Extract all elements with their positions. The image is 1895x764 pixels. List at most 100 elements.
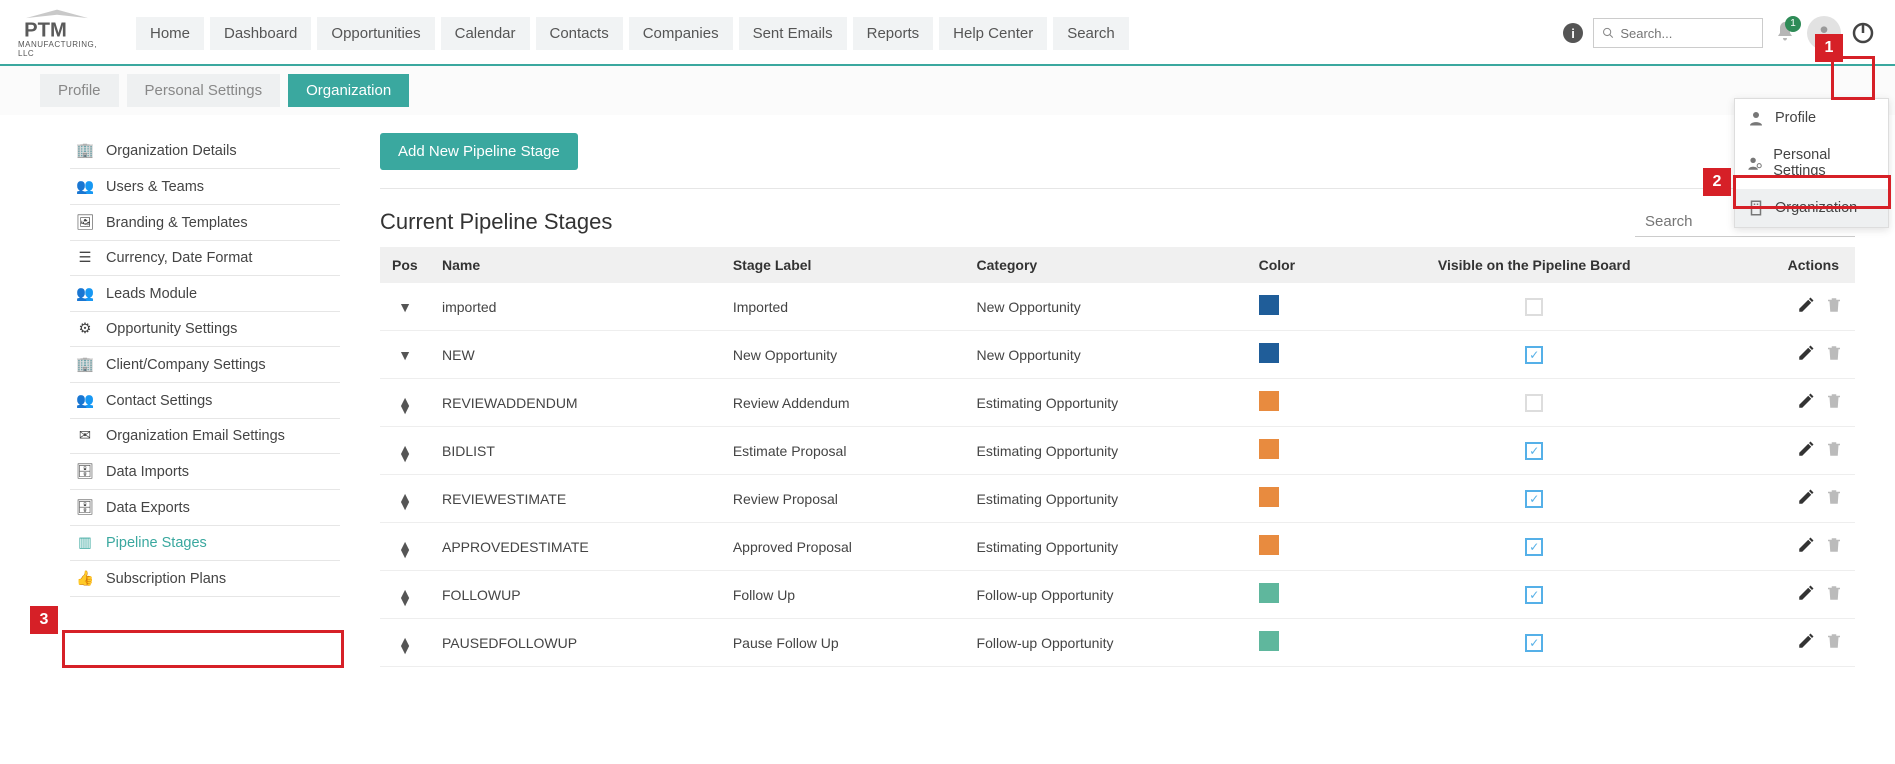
delete-icon[interactable] [1825,584,1843,602]
stage-label: Follow Up [721,571,965,619]
info-icon[interactable]: i [1563,23,1583,43]
nav-sent-emails[interactable]: Sent Emails [739,17,847,50]
color-swatch [1259,391,1279,411]
stage-name: BIDLIST [430,427,721,475]
edit-icon[interactable] [1797,344,1815,362]
sidebar-item-org-email[interactable]: ✉Organization Email Settings [70,419,340,454]
mail-icon: ✉ [76,428,94,444]
sidebar-item-opportunity[interactable]: ⚙ Opportunity Settings [70,312,340,347]
color-swatch [1259,439,1279,459]
sidebar-item-subscription[interactable]: 👍Subscription Plans [70,561,340,597]
power-icon[interactable] [1851,21,1875,45]
nav-opportunities[interactable]: Opportunities [317,17,434,50]
reorder-handle[interactable]: ▲▼ [398,493,412,509]
users-cog-icon: 👥 [76,392,94,409]
reorder-handle[interactable]: ▲▼ [398,637,412,653]
nav-search[interactable]: Search [1053,17,1129,50]
visible-checkbox[interactable]: ✓ [1525,634,1543,652]
stage-category: New Opportunity [965,283,1247,331]
table-row: ▼NEWNew OpportunityNew Opportunity✓ [380,331,1855,379]
delete-icon[interactable] [1825,344,1843,362]
visible-checkbox[interactable]: ✓ [1525,346,1543,364]
divider [380,188,1855,189]
global-search[interactable] [1593,18,1763,48]
sidebar-item-label: Branding & Templates [106,215,248,231]
col-actions: Actions [1719,247,1855,283]
sidebar-item-org-details[interactable]: 🏢Organization Details [70,133,340,169]
delete-icon[interactable] [1825,632,1843,650]
sidebar-item-leads[interactable]: 👥Leads Module [70,276,340,312]
stage-label: Review Proposal [721,475,965,523]
visible-checkbox[interactable]: ✓ [1525,442,1543,460]
visible-checkbox[interactable]: ✓ [1525,490,1543,508]
image-icon: 🖼 [76,214,94,231]
edit-icon[interactable] [1797,296,1815,314]
user-gear-icon: ⚙ [76,321,94,337]
table-row: ▲▼BIDLISTEstimate ProposalEstimating Opp… [380,427,1855,475]
nav-contacts[interactable]: Contacts [536,17,623,50]
callout-1-box [1831,56,1875,100]
columns-icon: ▥ [76,535,94,551]
sidebar-item-currency[interactable]: ☰Currency, Date Format [70,241,340,276]
reorder-handle[interactable]: ▼ [398,303,412,311]
svg-text:PTM: PTM [24,20,67,40]
stage-name: PAUSEDFOLLOWUP [430,619,721,667]
sidebar-item-client-company[interactable]: 🏢Client/Company Settings [70,347,340,383]
sidebar-item-users-teams[interactable]: 👥Users & Teams [70,169,340,205]
nav-dashboard[interactable]: Dashboard [210,17,311,50]
top-bar: PTM MANUFACTURING, LLC Home Dashboard Op… [0,0,1895,66]
user-menu-label: Profile [1775,110,1816,126]
edit-icon[interactable] [1797,440,1815,458]
visible-checkbox[interactable]: ✓ [1525,538,1543,556]
visible-checkbox[interactable]: ✓ [1525,586,1543,604]
reorder-handle[interactable]: ▲▼ [398,541,412,557]
nav-home[interactable]: Home [136,17,204,50]
building-icon: 🏢 [76,142,94,159]
edit-icon[interactable] [1797,488,1815,506]
stage-category: Follow-up Opportunity [965,571,1247,619]
nav-reports[interactable]: Reports [853,17,934,50]
stage-name: imported [430,283,721,331]
delete-icon[interactable] [1825,440,1843,458]
notification-count: 1 [1785,16,1801,32]
sidebar-item-label: Opportunity Settings [106,321,237,337]
stage-category: Estimating Opportunity [965,523,1247,571]
sidebar-item-branding[interactable]: 🖼 Branding & Templates [70,205,340,241]
edit-icon[interactable] [1797,584,1815,602]
stage-name: NEW [430,331,721,379]
nav-calendar[interactable]: Calendar [441,17,530,50]
sidebar-item-data-imports[interactable]: 🗄Data Imports [70,454,340,490]
delete-icon[interactable] [1825,536,1843,554]
table-row: ▲▼APPROVEDESTIMATEApproved ProposalEstim… [380,523,1855,571]
sidebar-item-data-exports[interactable]: 🗄Data Exports [70,490,340,526]
user-gear-icon [1747,154,1763,172]
reorder-handle[interactable]: ▲▼ [398,397,412,413]
edit-icon[interactable] [1797,536,1815,554]
delete-icon[interactable] [1825,488,1843,506]
sidebar-item-contact[interactable]: 👥Contact Settings [70,383,340,419]
sidebar-item-pipeline-stages[interactable]: ▥Pipeline Stages [70,526,340,561]
reorder-handle[interactable]: ▲▼ [398,445,412,461]
edit-icon[interactable] [1797,632,1815,650]
nav-companies[interactable]: Companies [629,17,733,50]
add-pipeline-stage-button[interactable]: Add New Pipeline Stage [380,133,578,170]
delete-icon[interactable] [1825,392,1843,410]
subtab-profile[interactable]: Profile [40,74,119,107]
visible-checkbox[interactable]: ✓ [1525,394,1543,412]
nav-help-center[interactable]: Help Center [939,17,1047,50]
reorder-handle[interactable]: ▲▼ [398,589,412,605]
subtab-personal-settings[interactable]: Personal Settings [127,74,281,107]
notifications-button[interactable]: 1 [1773,20,1797,47]
visible-checkbox[interactable]: ✓ [1525,298,1543,316]
brand-subtitle: MANUFACTURING, LLC [18,40,108,58]
edit-icon[interactable] [1797,392,1815,410]
database-icon: 🗄 [76,463,94,480]
stage-category: Estimating Opportunity [965,427,1247,475]
delete-icon[interactable] [1825,296,1843,314]
search-input[interactable] [1620,26,1754,41]
stage-name: APPROVEDESTIMATE [430,523,721,571]
stage-label: Review Addendum [721,379,965,427]
user-menu-profile[interactable]: Profile [1735,99,1888,137]
subtab-organization[interactable]: Organization [288,74,409,107]
reorder-handle[interactable]: ▼ [398,351,412,359]
